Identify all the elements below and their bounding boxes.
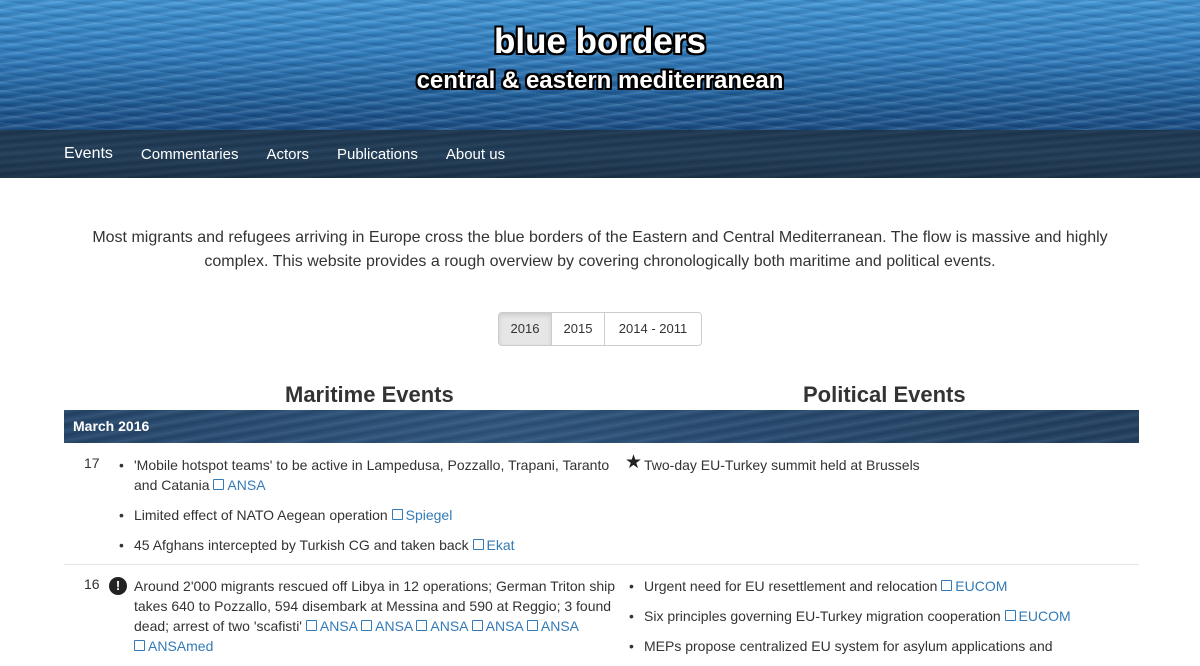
day-number: 16 — [84, 576, 100, 592]
external-link-icon — [416, 620, 428, 631]
site-title[interactable]: blue borders — [0, 20, 1200, 64]
event-text: Urgent need for EU resettlement and relo… — [644, 578, 938, 594]
bullet: • — [119, 537, 124, 553]
source-link[interactable]: ANSAmed — [134, 638, 213, 654]
exclamation-circle-icon: ! — [109, 577, 127, 595]
external-link-icon — [391, 509, 403, 520]
external-link-icon — [134, 640, 145, 651]
source-link[interactable]: ANSA — [213, 477, 266, 493]
source-link[interactable]: Spiegel — [391, 507, 452, 523]
event-text: Limited effect of NATO Aegean operation — [134, 507, 388, 523]
bullet: • — [629, 578, 634, 594]
bullet: • — [629, 638, 634, 654]
external-link-icon — [472, 539, 484, 550]
source-link[interactable]: ANSA — [305, 618, 357, 634]
bullet: • — [629, 608, 634, 624]
day-divider — [64, 564, 1139, 565]
nav-publications[interactable]: Publications — [337, 146, 418, 163]
event-text: Six principles governing EU-Turkey migra… — [644, 608, 1001, 624]
maritime-events-list: • 'Mobile hotspot teams' to be active in… — [117, 455, 617, 565]
month-header: March 2016 — [64, 410, 1139, 443]
source-link[interactable]: Ekat — [472, 537, 515, 553]
maritime-event: ! Around 2'000 migrants rescued off Liby… — [109, 576, 617, 656]
external-link-icon — [526, 620, 538, 631]
nav-actors[interactable]: Actors — [266, 146, 309, 163]
external-link-icon — [1004, 610, 1016, 621]
maritime-event: • Limited effect of NATO Aegean operatio… — [117, 505, 617, 525]
maritime-event: • 'Mobile hotspot teams' to be active in… — [117, 455, 617, 495]
tab-2014-2011[interactable]: 2014 - 2011 — [605, 313, 701, 345]
political-events-list: ★ Two-day EU-Turkey summit held at Bruss… — [625, 452, 1137, 485]
external-link-icon — [471, 620, 483, 631]
nav-events[interactable]: Events — [64, 145, 113, 163]
source-link[interactable]: ANSA — [361, 618, 412, 634]
political-event: • Six principles governing EU-Turkey mig… — [627, 606, 1137, 626]
year-tabs: 2016 2015 2014 - 2011 — [498, 312, 702, 346]
event-text: 45 Afghans intercepted by Turkish CG and… — [134, 537, 469, 553]
external-link-icon — [941, 580, 953, 591]
external-link-icon — [213, 479, 225, 490]
political-events-list: • Urgent need for EU resettlement and re… — [627, 576, 1137, 666]
nav-commentaries[interactable]: Commentaries — [141, 146, 239, 163]
source-link[interactable]: EUCOM — [1004, 608, 1071, 624]
source-link[interactable]: ANSA — [416, 618, 468, 634]
source-link[interactable]: EUCOM — [941, 578, 1007, 594]
intro-text: Most migrants and refugees arriving in E… — [92, 229, 1108, 270]
maritime-event: • 45 Afghans intercepted by Turkish CG a… — [117, 535, 617, 555]
bullet: • — [119, 507, 124, 523]
header-banner: blue borders central & eastern mediterra… — [0, 0, 1200, 130]
political-events-heading: Political Events — [803, 382, 966, 407]
political-event: • Urgent need for EU resettlement and re… — [627, 576, 1137, 596]
site-subtitle: central & eastern mediterranean — [416, 67, 784, 94]
star-icon: ★ — [625, 452, 643, 473]
main-navbar: Events Commentaries Actors Publications … — [0, 130, 1200, 178]
day-number: 17 — [84, 455, 100, 471]
bullet: • — [119, 457, 124, 473]
external-link-icon — [361, 620, 373, 631]
maritime-events-list: ! Around 2'000 migrants rescued off Liby… — [109, 576, 617, 666]
political-event: ★ Two-day EU-Turkey summit held at Bruss… — [625, 452, 1137, 475]
source-link[interactable]: ANSA — [526, 618, 578, 634]
nav-about-us[interactable]: About us — [446, 146, 505, 163]
external-link-icon — [305, 620, 317, 631]
event-text: Two-day EU-Turkey summit held at Brussel… — [644, 457, 920, 473]
event-text: MEPs propose centralized EU system for a… — [644, 638, 1053, 654]
source-link[interactable]: ANSA — [471, 618, 523, 634]
political-event: • MEPs propose centralized EU system for… — [627, 636, 1137, 656]
event-text: 'Mobile hotspot teams' to be active in L… — [134, 457, 610, 493]
maritime-events-heading: Maritime Events — [285, 382, 454, 407]
tab-2016[interactable]: 2016 — [499, 313, 552, 345]
tab-2015[interactable]: 2015 — [552, 313, 605, 345]
